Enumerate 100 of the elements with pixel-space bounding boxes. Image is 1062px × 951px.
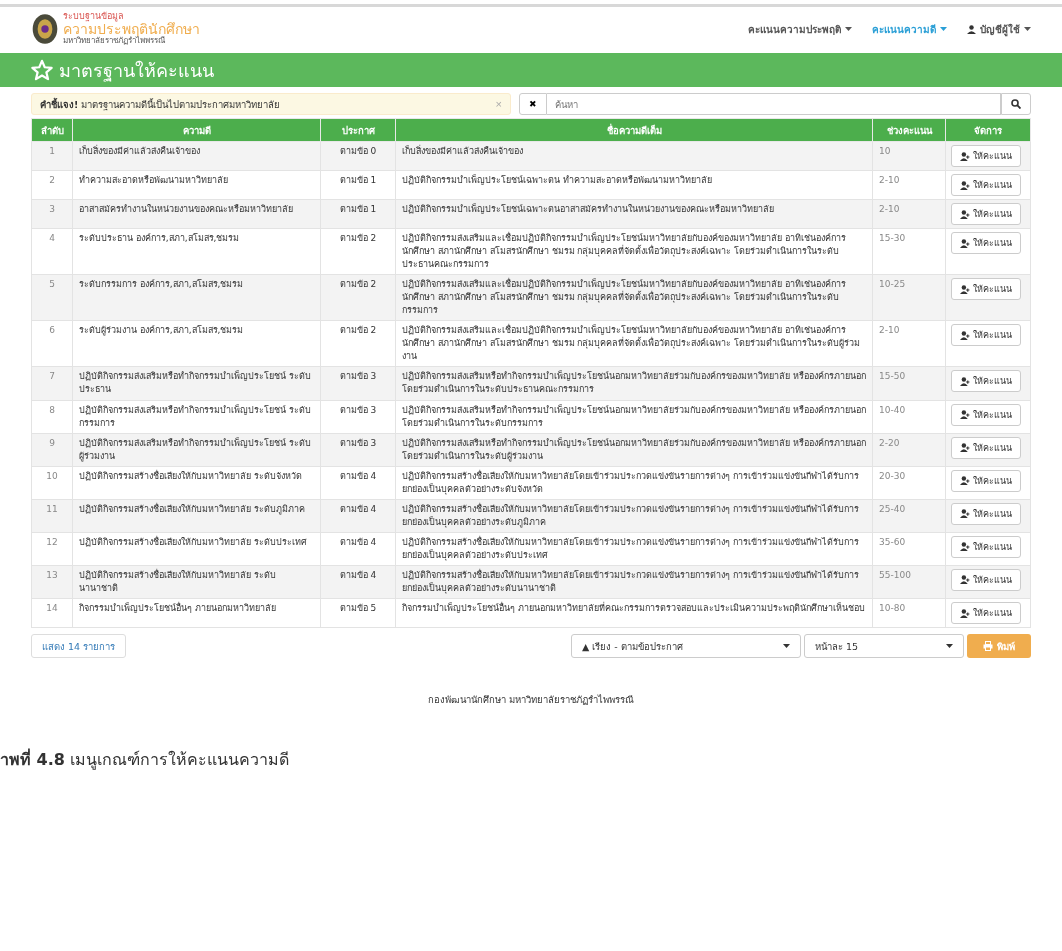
search-field[interactable]: ค้นหา <box>547 93 1001 115</box>
table-cell: ระดับผู้ร่วมงาน องค์การ,สภา,สโมสร,ชมรม <box>72 320 321 367</box>
caret-icon <box>1024 27 1031 31</box>
table-cell: ตามข้อ 2 <box>320 274 396 321</box>
table-cell: 10-40 <box>872 400 946 434</box>
score-button[interactable]: ให้คะแนน <box>951 145 1021 167</box>
table-cell: ตามข้อ 4 <box>320 565 396 599</box>
page-size-dropdown[interactable]: หน้าละ 15 <box>804 634 964 659</box>
table-cell: ปฏิบัติกิจกรรมสร้างชื่อเสียงให้กับมหาวิทยาลัยโดยเข้าร่วมประกวดแข่งขันรายการต่างๆ การเข้าร่วมแข่งขันกีฬาได้รับการยกย่องเป็นบุคคลตัวอย่างระดับประเทศ <box>395 532 873 566</box>
star-icon <box>31 59 53 81</box>
user-plus-icon <box>960 575 970 585</box>
brand-subtitle: ระบบฐานข้อมูล <box>63 11 124 22</box>
table-cell: 9 <box>31 433 73 467</box>
table-cell: เก็บสิ่งของมีค่าแล้วส่งคืนเจ้าของ <box>72 141 321 171</box>
caret-icon <box>783 644 790 649</box>
table-cell: 2 <box>31 170 73 200</box>
score-button[interactable]: ให้คะแนน <box>951 569 1021 591</box>
score-button[interactable]: ให้คะแนน <box>951 535 1021 558</box>
table-cell: 15-50 <box>872 366 946 400</box>
table-cell: 1 <box>31 141 73 171</box>
table-cell: ตามข้อ 4 <box>320 466 396 500</box>
table-cell: ปฏิบัติกิจกรรมส่งเสริมและเชื่อมปฏิบัติกิจกรรมบำเพ็ญประโยชน์มหาวิทยาลัยกับองค์ของมหาวิทยาลัย อาทิเช่นองค์การนักศึกษา สภานักศึกษา สโมสรนักศึกษา ชมรม กลุ่มบุคคลที่จัดตั้งเพื่อวัตถุประสงค์เฉพาะ โดยร่วมดำเนินการในระดับประธานคณะกรรมการ <box>395 228 873 275</box>
score-button[interactable]: ให้คะแนน <box>951 502 1021 525</box>
table-cell: 12 <box>31 532 73 566</box>
score-button[interactable]: ให้คะแนน <box>951 469 1021 492</box>
brand-university: มหาวิทยาลัยราชภัฏรำไพพรรณี <box>63 37 165 47</box>
table-cell: ปฏิบัติกิจกรรมส่งเสริมหรือทำกิจกรรมบำเพ็ญประโยชน์นอกมหาวิทยาลัยร่วมกับองค์กรของมหาวิทยาลัย หรือองค์กรภายนอก โดยร่วมดำเนินการในระดับกรรมการ <box>395 400 873 434</box>
table-cell: ปฏิบัติกิจกรรมส่งเสริมและเชื่อมปฏิบัติกิจกรรมบำเพ็ญประโยชน์มหาวิทยาลัยกับองค์ของมหาวิทยาลัย อาทิเช่นองค์การนักศึกษา สภานักศึกษา สโมสรนักศึกษา ชมรม กลุ่มบุคคลที่จัดตั้งเพื่อวัตถุประสงค์เฉพาะ โดยร่วมดำเนินการในระดับกรรมการ <box>395 274 873 321</box>
table-cell: ปฏิบัติกิจกรรมสร้างชื่อเสียงให้กับมหาวิทยาลัย ระดับภูมิภาค <box>72 499 321 533</box>
nav-menu-link[interactable]: บัญชีผู้ใช้ <box>967 21 1031 37</box>
table-cell: 10 <box>31 466 73 500</box>
table-cell: ปฏิบัติกิจกรรมส่งเสริมหรือทำกิจกรรมบำเพ็ญประโยชน์ ระดับกรรมการ <box>72 400 321 434</box>
footer-text: กองพัฒนานักศึกษา มหาวิทยาลัยราชภัฏรำไพพรรณี <box>427 693 635 708</box>
column-header: ความดี <box>72 118 321 142</box>
table-cell: 2-10 <box>872 199 946 229</box>
score-button[interactable]: ให้คะแนน <box>951 174 1021 196</box>
table-cell: ปฏิบัติกิจกรรมส่งเสริมหรือทำกิจกรรมบำเพ็ญประโยชน์นอกมหาวิทยาลัยร่วมกับองค์กรของมหาวิทยาลัย หรือองค์กรภายนอก โดยร่วมดำเนินการในระดับประธานคณะกรรมการ <box>395 366 873 400</box>
user-plus-icon <box>960 209 970 219</box>
user-plus-icon <box>960 608 970 618</box>
table-cell: ตามข้อ 4 <box>320 499 396 533</box>
score-button[interactable]: ให้คะแนน <box>951 602 1021 625</box>
user-plus-icon <box>960 509 970 519</box>
table-cell: 3 <box>31 199 73 229</box>
table-cell: ตามข้อ 3 <box>320 433 396 467</box>
table-cell: 15-30 <box>872 228 946 275</box>
table-cell: ปฏิบัติกิจกรรมสร้างชื่อเสียงให้กับมหาวิทยาลัย ระดับจังหวัด <box>72 466 321 500</box>
nav-menu-link[interactable]: คะแนนความประพฤติ <box>748 21 852 37</box>
table-cell: ปฏิบัติกิจกรรมสร้างชื่อเสียงให้กับมหาวิทยาลัยโดยเข้าร่วมประกวดแข่งขันรายการต่างๆ การเข้าร่วมแข่งขันกีฬาได้รับการยกย่องเป็นบุคคลตัวอย่างระดับจังหวัด <box>395 466 873 500</box>
table-cell: 6 <box>31 320 73 367</box>
table-cell: ตามข้อ 3 <box>320 400 396 434</box>
score-button[interactable]: ให้คะแนน <box>951 370 1021 393</box>
table-cell: ตามข้อ 1 <box>320 199 396 229</box>
table-cell: 10-25 <box>872 274 946 321</box>
user-plus-icon <box>960 476 970 486</box>
table-cell: ตามข้อ 1 <box>320 170 396 200</box>
score-button[interactable]: ให้คะแนน <box>951 324 1021 347</box>
table-cell: 10-80 <box>872 598 946 628</box>
user-plus-icon <box>960 542 970 552</box>
user-icon <box>967 24 976 34</box>
score-button[interactable]: ให้คะแนน <box>951 278 1021 301</box>
table-cell: 2-10 <box>872 170 946 200</box>
table-cell: ตามข้อ 5 <box>320 598 396 628</box>
table-cell: 8 <box>31 400 73 434</box>
column-header: ช่วงคะแนน <box>872 118 946 142</box>
table-cell: ปฏิบัติกิจกรรมสร้างชื่อเสียงให้กับมหาวิทยาลัยโดยเข้าร่วมประกวดแข่งขันรายการต่างๆ การเข้าร่วมแข่งขันกีฬาได้รับการยกย่องเป็นบุคคลตัวอย่างระดับนานาชาติ <box>395 565 873 599</box>
user-plus-icon <box>960 376 970 386</box>
table-cell: ระดับกรรมการ องค์การ,สภา,สโมสร,ชมรม <box>72 274 321 321</box>
user-plus-icon <box>960 330 970 340</box>
page-title: มาตรฐานให้คะแนน <box>59 58 214 84</box>
score-button[interactable]: ให้คะแนน <box>951 203 1021 225</box>
table-cell: 11 <box>31 499 73 533</box>
printer-icon <box>983 641 993 652</box>
figure-caption: าพที่ 4.8 เมนูเกณฑ์การให้คะแนนความดี <box>0 747 290 772</box>
sort-dropdown[interactable]: ▲ เรียง - ตามข้อประกาศ <box>571 634 801 659</box>
table-cell: 7 <box>31 366 73 400</box>
record-count: แสดง 14 รายการ <box>31 634 127 659</box>
caret-icon <box>940 27 947 31</box>
table-cell: ปฏิบัติกิจกรรมส่งเสริมหรือทำกิจกรรมบำเพ็ญประโยชน์นอกมหาวิทยาลัยร่วมกับองค์กรของมหาวิทยาลัย หรือองค์กรภายนอก โดยร่วมดำเนินการในระดับผู้ร่วมงาน <box>395 433 873 467</box>
user-plus-icon <box>960 180 970 190</box>
table-cell: ตามข้อ 0 <box>320 141 396 171</box>
table-cell: ตามข้อ 4 <box>320 532 396 566</box>
clear-button[interactable]: ✖ <box>519 93 547 115</box>
caret-icon <box>845 27 852 31</box>
table-cell: ปฏิบัติกิจกรรมบำเพ็ญประโยชน์เฉพาะตนอาสาสมัครทำงานในหน่วยงานของคณะหรือมหาวิทยาลัย <box>395 199 873 229</box>
score-button[interactable]: ให้คะแนน <box>951 403 1021 426</box>
column-header: ประกาศ <box>320 118 396 142</box>
score-button[interactable]: ให้คะแนน <box>951 436 1021 459</box>
table-cell: ปฏิบัติกิจกรรมส่งเสริมหรือทำกิจกรรมบำเพ็ญประโยชน์ ระดับผู้ร่วมงาน <box>72 433 321 467</box>
table-cell: อาสาสมัครทำงานในหน่วยงานของคณะหรือมหาวิทยาลัย <box>72 199 321 229</box>
search-button[interactable] <box>1001 93 1031 115</box>
table-cell: ตามข้อ 2 <box>320 320 396 367</box>
table-cell: ตามข้อ 3 <box>320 366 396 400</box>
score-button[interactable]: ให้คะแนน <box>951 232 1021 254</box>
table-cell: 5 <box>31 274 73 321</box>
table-cell: ปฏิบัติกิจกรรมสร้างชื่อเสียงให้กับมหาวิทยาลัย ระดับประเทศ <box>72 532 321 566</box>
table-cell: ปฏิบัติกิจกรรมส่งเสริมและเชื่อมปฏิบัติกิจกรรมบำเพ็ญประโยชน์มหาวิทยาลัยกับองค์ของมหาวิทยาลัย อาทิเช่นองค์การนักศึกษา สภานักศึกษา สโมสรนักศึกษา ชมรม กลุ่มบุคคลที่จัดตั้งเพื่อวัตถุประสงค์เฉพาะ โดยร่วมดำเนินการในระดับผู้ร่วมงาน <box>395 320 873 367</box>
brand-title: ความประพฤตินักศึกษา <box>63 21 200 37</box>
table-cell: กิจกรรมบำเพ็ญประโยชน์อื่นๆ ภายนอกมหาวิทยาลัยที่คณะกรรมการตรวจสอบและประเมินความประพฤตินักศึกษาเห็นชอบ <box>395 598 873 628</box>
logo-icon <box>31 13 59 45</box>
table-cell: 13 <box>31 565 73 599</box>
